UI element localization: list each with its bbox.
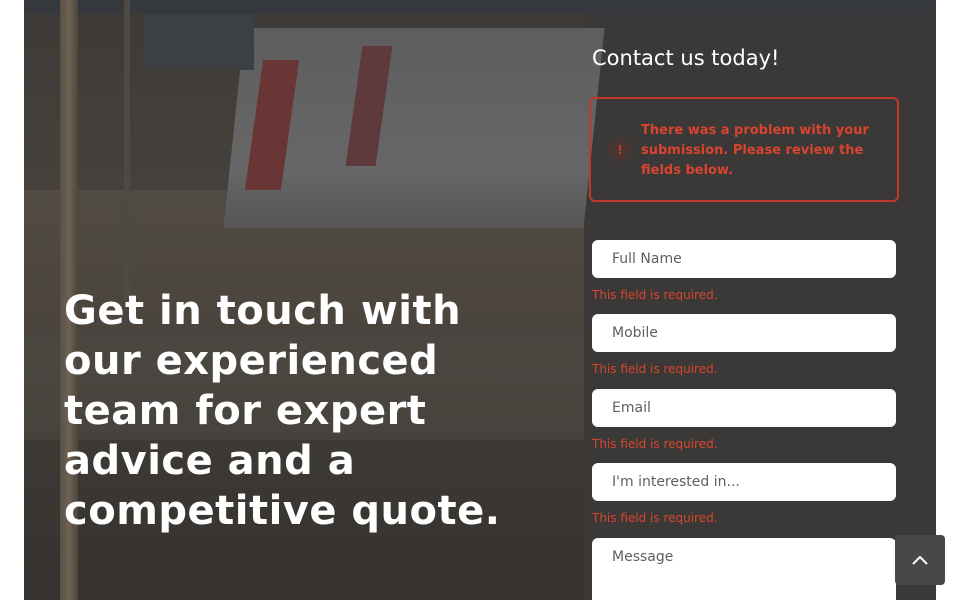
message-textarea[interactable]: Message bbox=[592, 538, 896, 600]
interest-error: This field is required. bbox=[592, 511, 718, 525]
hero-headline: Get in touch with our experienced team f… bbox=[64, 288, 501, 534]
chevron-up-icon bbox=[912, 555, 928, 565]
exclamation-icon: ! bbox=[609, 139, 631, 161]
message-placeholder: Message bbox=[612, 549, 674, 565]
interest-placeholder: I'm interested in... bbox=[612, 474, 740, 490]
back-to-top-button[interactable] bbox=[895, 535, 945, 585]
form-title: Contact us today! bbox=[592, 46, 780, 70]
full-name-placeholder: Full Name bbox=[612, 251, 682, 267]
mobile-placeholder: Mobile bbox=[612, 325, 658, 341]
validation-error-message: There was a problem with your submission… bbox=[641, 123, 869, 178]
full-name-error: This field is required. bbox=[592, 288, 718, 302]
validation-error-box: ! There was a problem with your submissi… bbox=[589, 97, 899, 202]
email-error: This field is required. bbox=[592, 437, 718, 451]
interest-field[interactable]: I'm interested in... bbox=[592, 463, 896, 501]
email-field[interactable]: Email bbox=[592, 389, 896, 427]
mobile-field[interactable]: Mobile bbox=[592, 314, 896, 352]
email-placeholder: Email bbox=[612, 400, 651, 416]
full-name-field[interactable]: Full Name bbox=[592, 240, 896, 278]
mobile-error: This field is required. bbox=[592, 362, 718, 376]
